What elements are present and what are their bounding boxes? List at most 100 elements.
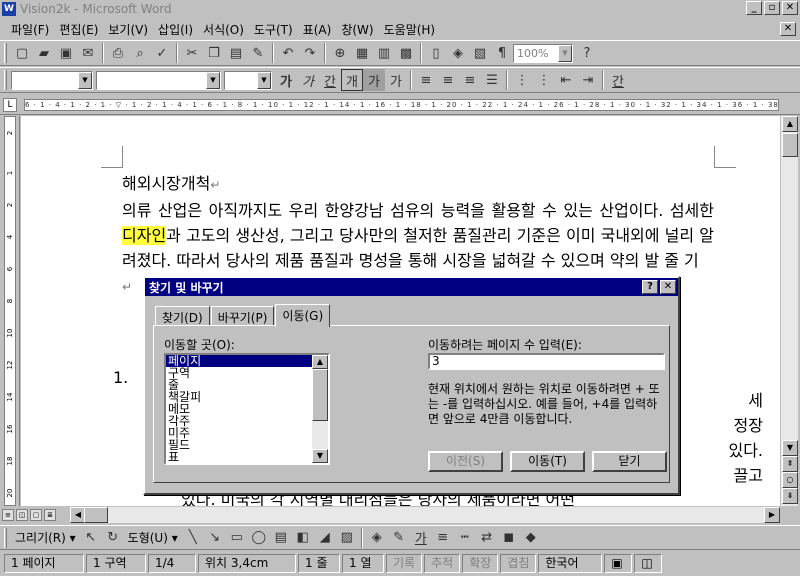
doc-close-button[interactable]: ✕ [780,22,796,36]
style-select[interactable]: ▼ [11,70,93,90]
dialog-title-bar[interactable]: 찾기 및 바꾸기 ? ✕ [145,278,678,296]
goto-what-list[interactable]: 페이지 구역 줄 책갈피 메모 각주 미주 필드 표 ▲ ▼ [164,353,330,465]
align-left-icon[interactable]: ≡ [415,69,437,91]
outline-view-icon[interactable]: ≣ [44,509,56,521]
font-name-select[interactable]: ▼ [96,70,221,90]
next-page-icon[interactable]: ⇟ [782,488,798,504]
3d-icon[interactable]: ◆ [520,527,542,549]
horizontal-scrollbar[interactable]: ◀ ▶ [70,507,780,523]
autoshapes-menu[interactable]: 도형(U) ▾ [124,529,182,546]
status-trk[interactable]: 추적 [424,554,461,573]
insert-table-icon[interactable]: ▥ [373,42,395,64]
justify-icon[interactable]: ☰ [481,69,503,91]
format-painter-icon[interactable]: ✎ [247,42,269,64]
numbering-icon[interactable]: ⋮ [511,69,533,91]
print-icon[interactable]: ⎙ [107,42,129,64]
char-scale-button[interactable]: 가 [385,69,407,91]
document-map-icon[interactable]: ▧ [469,42,491,64]
previous-button[interactable]: 이전(S) [428,451,503,472]
line-style-icon[interactable]: ≡ [432,527,454,549]
list-item[interactable]: 필드 [166,439,328,451]
line-color-icon[interactable]: ✎ [388,527,410,549]
print-layout-icon[interactable]: ▢ [30,509,42,521]
spelling-icon[interactable]: ✓ [151,42,173,64]
list-item[interactable]: 미주 [166,427,328,439]
status-ext[interactable]: 확장 [462,554,499,573]
menu-edit[interactable]: 편집(E) [54,21,103,38]
vertical-scrollbar[interactable]: ▲ ▼ ⇞ ○ ⇟ [780,116,798,506]
draw-menu[interactable]: 그리기(R) ▾ [11,529,80,546]
wordart-icon[interactable]: ◧ [292,527,314,549]
tables-borders-icon[interactable]: ▦ [351,42,373,64]
free-rotate-icon[interactable]: ↻ [102,527,124,549]
list-item[interactable]: 책갈피 [166,391,328,403]
align-center-icon[interactable]: ≡ [437,69,459,91]
font-color-button[interactable]: 간 [607,69,629,91]
new-document-icon[interactable]: ▢ [11,42,33,64]
menu-tools[interactable]: 도구(T) [249,21,298,38]
macro-status-icon[interactable]: ◫ [634,554,663,573]
scroll-up-icon[interactable]: ▲ [312,355,328,369]
menu-view[interactable]: 보기(V) [103,21,153,38]
textbox-icon[interactable]: ▤ [270,527,292,549]
align-right-icon[interactable]: ≡ [459,69,481,91]
font-color-icon[interactable]: 가 [410,527,432,549]
normal-view-icon[interactable]: ≡ [2,509,14,521]
scroll-down-icon[interactable]: ▼ [312,449,328,463]
toolbar-grip[interactable] [4,43,7,63]
shadow-icon[interactable]: ◼ [498,527,520,549]
insert-excel-icon[interactable]: ▩ [395,42,417,64]
browse-object-icon[interactable]: ○ [782,472,798,488]
list-item[interactable]: 페이지 [166,355,328,367]
undo-icon[interactable]: ↶ [277,42,299,64]
show-hide-icon[interactable]: ¶ [491,42,513,64]
tab-goto[interactable]: 이동(G) [275,304,331,327]
open-folder-icon[interactable]: ▰ [33,42,55,64]
print-preview-icon[interactable]: ⌕ [129,42,151,64]
tab-find[interactable]: 찾기(D) [155,306,210,326]
list-item[interactable]: 메모 [166,403,328,415]
close-button[interactable]: ✕ [782,1,798,15]
scroll-thumb[interactable] [782,133,798,157]
menu-help[interactable]: 도움말(H) [379,21,441,38]
menu-format[interactable]: 서식(O) [198,21,249,38]
underline-button[interactable]: 간 [319,69,341,91]
fill-color-icon[interactable]: ◈ [366,527,388,549]
italic-button[interactable]: 가 [297,69,319,91]
menu-window[interactable]: 창(W) [336,21,378,38]
scroll-right-icon[interactable]: ▶ [764,507,780,523]
close-dialog-button[interactable]: 닫기 [592,451,667,472]
oval-icon[interactable]: ◯ [248,527,270,549]
dash-style-icon[interactable]: ┅ [454,527,476,549]
tab-selector[interactable]: L [3,98,17,112]
bullets-icon[interactable]: ⋮ [533,69,555,91]
zoom-select[interactable]: 100% ▼ [513,43,573,63]
status-rec[interactable]: 기록 [386,554,423,573]
status-ovr[interactable]: 겹침 [500,554,537,573]
web-view-icon[interactable]: ◫ [16,509,28,521]
char-shading-button[interactable]: 가 [363,69,385,91]
menu-table[interactable]: 표(A) [298,21,337,38]
prev-page-icon[interactable]: ⇞ [782,456,798,472]
menu-file[interactable]: 파일(F) [6,21,54,38]
list-scroll-thumb[interactable] [312,369,328,421]
select-objects-icon[interactable]: ↖ [80,527,102,549]
menu-insert[interactable]: 삽입(I) [153,21,198,38]
redo-icon[interactable]: ↷ [299,42,321,64]
scroll-down-icon[interactable]: ▼ [782,440,798,456]
page-number-input[interactable]: 3 [428,353,665,370]
picture-icon[interactable]: ▨ [336,527,358,549]
list-item[interactable]: 각주 [166,415,328,427]
rectangle-icon[interactable]: ▭ [226,527,248,549]
clipart-icon[interactable]: ◢ [314,527,336,549]
help-icon[interactable]: ? [576,42,598,64]
hscroll-thumb[interactable] [84,507,108,523]
restore-button[interactable]: ▫ [764,1,780,15]
goto-button[interactable]: 이동(T) [510,451,585,472]
increase-indent-icon[interactable]: ⇥ [577,69,599,91]
copy-icon[interactable]: ❐ [203,42,225,64]
arrow-style-icon[interactable]: ⇄ [476,527,498,549]
drawing-icon[interactable]: ◈ [447,42,469,64]
font-size-select[interactable]: ▼ [224,70,272,90]
minimize-button[interactable]: _ [746,1,762,15]
